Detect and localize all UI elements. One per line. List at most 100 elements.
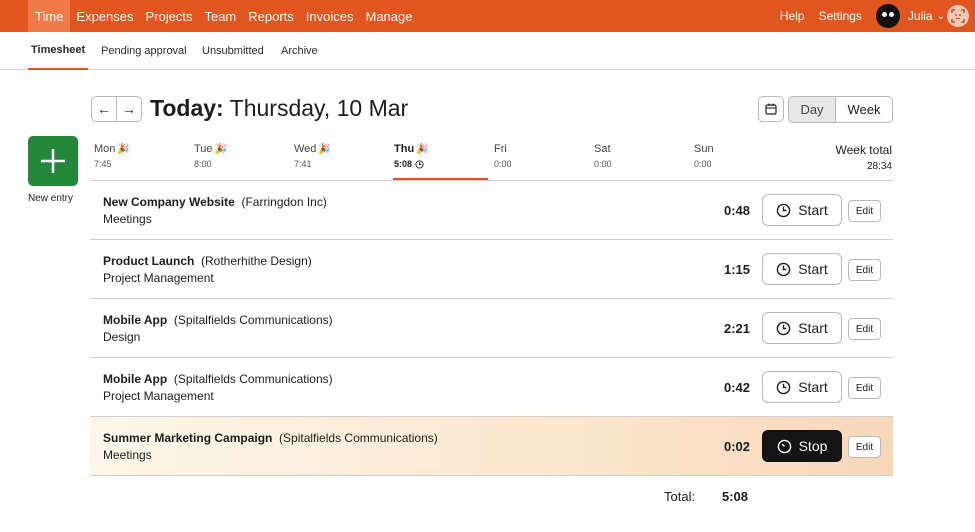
entry-client: (Farringdon Inc) (241, 195, 327, 209)
day-name: Sat (594, 143, 611, 155)
day-time: 5:08 (394, 159, 413, 169)
avatar-eye-right (888, 12, 894, 17)
new-entry-label: New entry (28, 193, 74, 204)
entry-project: Mobile App (103, 313, 168, 327)
day-tab-thu[interactable]: Thu 🎉 5:08 (394, 143, 494, 181)
day-tab-sat[interactable]: Sat 0:00 (594, 143, 694, 181)
stop-timer-button[interactable]: Stop (762, 430, 842, 462)
edit-entry-button[interactable]: Edit (848, 200, 881, 222)
page-title-prefix: Today: (150, 95, 224, 121)
week-total: Week total 28:34 (836, 143, 892, 172)
nav-projects[interactable]: Projects (140, 0, 199, 32)
page-title: Today: Thursday, 10 Mar (150, 95, 408, 122)
entry-duration: 0:42 (723, 380, 750, 395)
entry-project: New Company Website (103, 195, 235, 209)
entry-task: Meetings (103, 448, 152, 462)
settings-link[interactable]: Settings (819, 9, 862, 23)
main-nav: Time Expenses Projects Team Reports Invo… (0, 0, 418, 32)
start-timer-button[interactable]: Start (762, 312, 842, 344)
day-name: Wed (294, 143, 317, 155)
calendar-icon (765, 103, 777, 115)
user-name[interactable]: Julia (908, 9, 933, 23)
day-tab-tue[interactable]: Tue 🎉 8:00 (194, 143, 294, 181)
nav-reports[interactable]: Reports (242, 0, 300, 32)
tab-unsubmitted[interactable]: Unsubmitted (202, 32, 264, 70)
start-timer-button[interactable]: Start (762, 194, 842, 226)
day-tab-wed[interactable]: Wed 🎉 7:41 (294, 143, 394, 181)
time-entry-row: Mobile App (Spitalfields Communications)… (90, 299, 893, 358)
previous-day-button[interactable]: ← (91, 96, 117, 122)
nav-time[interactable]: Time (28, 0, 71, 32)
entry-project: Product Launch (103, 254, 195, 268)
day-time: 7:45 (94, 159, 112, 169)
running-clock-icon (777, 439, 791, 453)
chevron-down-icon[interactable]: ⌄ (937, 11, 945, 22)
day-time: 7:41 (294, 159, 312, 169)
clock-icon (776, 321, 791, 335)
day-total-label: Total: (664, 489, 696, 504)
start-label: Start (798, 320, 828, 336)
entry-duration: 2:21 (723, 321, 750, 336)
sub-nav: Timesheet Pending approval Unsubmitted A… (0, 32, 975, 70)
day-time: 8:00 (194, 159, 212, 169)
tab-pending-approval[interactable]: Pending approval (101, 32, 187, 70)
edit-entry-button[interactable]: Edit (848, 436, 881, 458)
nav-manage[interactable]: Manage (360, 0, 419, 32)
arrow-right-icon: → (122, 101, 136, 117)
day-name: Fri (494, 143, 507, 155)
avatar-eye-left (881, 12, 887, 17)
stop-label: Stop (798, 438, 828, 454)
day-name: Mon (94, 143, 116, 155)
day-tab-mon[interactable]: Mon 🎉 7:45 (94, 143, 194, 181)
week-total-value: 28:34 (866, 161, 892, 172)
entry-client: (Rotherhithe Design) (201, 254, 312, 268)
day-time: 0:00 (494, 159, 512, 169)
screen-capture-icon[interactable] (947, 5, 969, 27)
day-total-value: 5:08 (722, 489, 749, 504)
entry-duration: 1:15 (723, 262, 750, 277)
day-name: Thu (394, 143, 415, 155)
start-label: Start (798, 202, 828, 218)
entry-project: Summer Marketing Campaign (103, 431, 273, 445)
nav-invoices[interactable]: Invoices (300, 0, 360, 32)
tab-timesheet[interactable]: Timesheet (28, 32, 89, 70)
page-title-date: Thursday, 10 Mar (229, 95, 409, 121)
top-nav: Time Expenses Projects Team Reports Invo… (0, 0, 975, 32)
entry-duration: 0:48 (723, 203, 750, 218)
plus-icon (41, 149, 65, 173)
start-timer-button[interactable]: Start (762, 253, 842, 285)
start-timer-button[interactable]: Start (762, 371, 842, 403)
entry-client: (Spitalfields Communications) (279, 431, 438, 445)
edit-entry-button[interactable]: Edit (848, 259, 881, 281)
week-total-label: Week total (835, 143, 892, 157)
calendar-button[interactable] (758, 96, 784, 122)
time-entries-list: New Company Website (Farringdon Inc) Mee… (90, 180, 893, 476)
new-entry-button[interactable] (28, 136, 78, 186)
avatar[interactable] (875, 4, 900, 28)
view-week-button[interactable]: Week (835, 96, 893, 123)
party-popper-icon: 🎉 (318, 143, 331, 155)
view-day-button[interactable]: Day (788, 96, 836, 123)
clock-icon (776, 203, 791, 217)
arrow-left-icon: ← (97, 101, 111, 117)
entry-task: Project Management (103, 389, 214, 403)
day-tab-sun[interactable]: Sun 0:00 (694, 143, 794, 181)
start-label: Start (798, 379, 828, 395)
day-tab-fri[interactable]: Fri 0:00 (494, 143, 594, 181)
day-time: 0:00 (694, 159, 712, 169)
nav-expenses[interactable]: Expenses (70, 0, 139, 32)
day-name: Sun (694, 143, 714, 155)
party-popper-icon: 🎉 (416, 143, 429, 155)
entry-duration: 0:02 (723, 439, 750, 454)
entry-client: (Spitalfields Communications) (173, 372, 333, 386)
edit-entry-button[interactable]: Edit (848, 318, 881, 340)
help-link[interactable]: Help (780, 9, 805, 23)
party-popper-icon: 🎉 (117, 143, 130, 155)
clock-icon (776, 380, 791, 394)
edit-entry-button[interactable]: Edit (848, 377, 881, 399)
next-day-button[interactable]: → (116, 96, 142, 122)
tab-archive[interactable]: Archive (281, 32, 318, 70)
nav-team[interactable]: Team (198, 0, 242, 32)
time-entry-row-running: Summer Marketing Campaign (Spitalfields … (90, 417, 893, 476)
time-entry-row: Product Launch (Rotherhithe Design) Proj… (90, 240, 893, 299)
